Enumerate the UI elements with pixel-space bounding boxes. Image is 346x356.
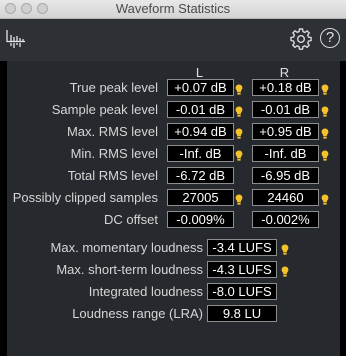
lightbulb-icon[interactable]	[281, 242, 289, 255]
loudness-value: 9.8 LU	[207, 305, 277, 322]
right-channel-value: +0.18 dB	[252, 79, 319, 96]
right-channel-value: -0.01 dB	[252, 101, 319, 118]
stat-label: Possibly clipped samples	[12, 190, 158, 205]
waveform-logo-icon	[6, 30, 25, 48]
stat-label: Total RMS level	[67, 168, 158, 183]
left-channel-value: -0.009%	[167, 211, 234, 228]
stat-label: DC offset	[104, 212, 158, 227]
gear-icon[interactable]	[289, 27, 313, 51]
lightbulb-icon[interactable]	[321, 148, 329, 161]
loudness-value: -3.4 LUFS	[207, 239, 277, 256]
lightbulb-icon[interactable]	[235, 148, 243, 161]
toolbar: ?	[0, 19, 346, 61]
lightbulb-icon[interactable]	[321, 126, 329, 139]
loudness-label: Max. short-term loudness	[56, 262, 203, 277]
stat-label: True peak level	[69, 80, 158, 95]
lightbulb-icon[interactable]	[321, 192, 329, 205]
right-channel-value: +0.95 dB	[252, 123, 319, 140]
right-channel-value: -6.95 dB	[252, 167, 319, 184]
left-channel-value: -0.01 dB	[167, 101, 234, 118]
left-channel-value: +0.94 dB	[167, 123, 234, 140]
left-channel-value: -Inf. dB	[167, 145, 234, 162]
column-header-right: R	[279, 65, 290, 80]
lightbulb-icon[interactable]	[235, 126, 243, 139]
title-bar: Waveform Statistics	[0, 0, 346, 19]
lightbulb-icon[interactable]	[235, 104, 243, 117]
column-header-left: L	[195, 65, 204, 80]
lightbulb-icon[interactable]	[321, 82, 329, 95]
loudness-label: Max. momentary loudness	[50, 240, 203, 255]
left-channel-value: 27005	[167, 189, 234, 206]
loudness-label: Loudness range (LRA)	[72, 306, 203, 321]
lightbulb-icon[interactable]	[235, 192, 243, 205]
window-title: Waveform Statistics	[115, 1, 231, 16]
stat-label: Sample peak level	[51, 102, 158, 117]
stat-label: Max. RMS level	[66, 124, 158, 139]
right-channel-value: -Inf. dB	[252, 145, 319, 162]
stat-label: Min. RMS level	[70, 146, 158, 161]
lightbulb-icon[interactable]	[281, 264, 289, 277]
left-channel-value: -6.72 dB	[167, 167, 234, 184]
right-channel-value: -0.002%	[252, 211, 319, 228]
lightbulb-icon[interactable]	[235, 82, 243, 95]
loudness-value: -4.3 LUFS	[207, 261, 277, 278]
loudness-label: Integrated loudness	[88, 284, 203, 299]
help-button[interactable]: ?	[320, 28, 340, 48]
right-channel-value: 24460	[252, 189, 319, 206]
lightbulb-icon[interactable]	[321, 104, 329, 117]
left-channel-value: +0.07 dB	[167, 79, 234, 96]
loudness-value: -8.0 LUFS	[207, 283, 277, 300]
